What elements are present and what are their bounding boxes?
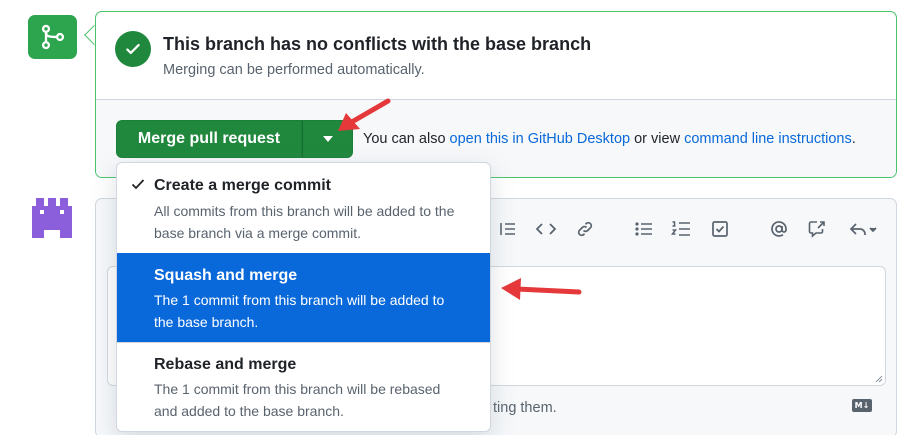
merge-pull-request-button[interactable]: Merge pull request (116, 120, 302, 158)
menu-item-description-line1: The 1 commit from this branch will be ad… (154, 292, 445, 308)
command-line-instructions-link[interactable]: command line instructions (684, 131, 852, 147)
menu-item-label: Create a merge commit (154, 177, 331, 194)
open-in-desktop-link[interactable]: open this in GitHub Desktop (450, 131, 631, 147)
annotation-arrow-icon (501, 278, 582, 300)
menu-item-description-line2: base branch via a merge commit. (154, 225, 361, 241)
annotation-arrow-icon (338, 98, 391, 131)
menu-item-description-line2: and added to the base branch. (154, 403, 344, 419)
attach-files-hint[interactable]: ting them. (493, 400, 557, 416)
resize-handle-icon[interactable] (874, 374, 883, 383)
menu-item-label: Squash and merge (154, 267, 298, 284)
menu-item-squash-and-merge[interactable]: Squash and merge The 1 commit from this … (117, 253, 490, 342)
merge-status-title: This branch has no conflicts with the ba… (163, 34, 592, 54)
check-circle-icon (115, 31, 151, 67)
avatar[interactable] (32, 198, 72, 243)
menu-item-description-line1: All commits from this branch will be add… (154, 203, 455, 219)
merge-status-subtitle: Merging can be performed automatically. (163, 62, 425, 78)
reply-icon[interactable] (847, 218, 881, 240)
checkmark-icon (131, 177, 145, 195)
menu-item-label: Rebase and merge (154, 356, 297, 373)
code-icon[interactable] (535, 218, 557, 240)
menu-item-create-merge-commit[interactable]: Create a merge commit All commits from t… (117, 163, 490, 252)
ordered-list-icon[interactable] (670, 218, 692, 240)
markdown-icon[interactable]: M↓ (852, 399, 872, 412)
alt-suffix: . (851, 131, 856, 147)
merge-method-menu: Create a merge commit All commits from t… (116, 162, 491, 432)
task-list-icon[interactable] (709, 218, 731, 240)
chevron-down-icon (322, 136, 333, 142)
cross-reference-icon[interactable] (806, 218, 828, 240)
merge-alternatives-text: You can also open this in GitHub Desktop… (363, 131, 856, 147)
menu-item-rebase-and-merge[interactable]: Rebase and merge The 1 commit from this … (117, 343, 490, 431)
unordered-list-icon[interactable] (633, 218, 655, 240)
list-indent-icon[interactable] (497, 218, 519, 240)
menu-item-description-line1: The 1 commit from this branch will be re… (154, 381, 441, 397)
alt-middle: or view (630, 131, 685, 147)
mention-icon[interactable] (768, 218, 790, 240)
menu-item-description-line2: the base branch. (154, 314, 259, 330)
git-merge-icon (28, 15, 77, 59)
link-icon[interactable] (574, 218, 596, 240)
